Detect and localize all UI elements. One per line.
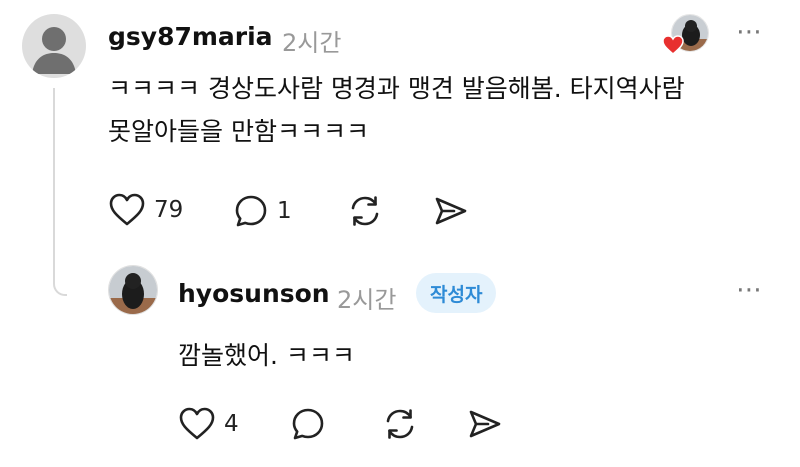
commenter-avatar[interactable] bbox=[22, 14, 86, 78]
reply-bubble-icon bbox=[233, 193, 269, 229]
author-badge: 작성자 bbox=[416, 273, 497, 313]
comment-reply-count: 1 bbox=[277, 198, 292, 224]
heart-icon bbox=[661, 34, 685, 60]
reply-like-button[interactable]: 4 bbox=[178, 406, 239, 442]
share-send-icon[interactable] bbox=[432, 194, 470, 228]
comment-username[interactable]: gsy87maria bbox=[108, 22, 273, 51]
thread-connector-line bbox=[53, 88, 67, 296]
reply-like-count: 4 bbox=[224, 411, 239, 437]
reply-more-options-icon[interactable]: ⋯ bbox=[736, 277, 763, 303]
repost-icon[interactable] bbox=[346, 193, 384, 229]
comment-timestamp: 2시간 bbox=[282, 29, 342, 57]
reply-text: 깜놀했어. ㅋㅋㅋ bbox=[178, 341, 355, 370]
share-send-icon[interactable] bbox=[466, 407, 504, 441]
default-user-avatar-icon bbox=[32, 27, 76, 74]
comment-more-options-icon[interactable]: ⋯ bbox=[736, 19, 763, 45]
comment-like-button[interactable]: 79 bbox=[108, 192, 183, 228]
comment-reply-button[interactable]: 1 bbox=[233, 193, 292, 229]
comment-text-line-2: 못알아들을 만함ㅋㅋㅋㅋ bbox=[108, 117, 369, 146]
reply-user-avatar[interactable] bbox=[108, 265, 158, 315]
reply-bubble-icon[interactable] bbox=[290, 406, 326, 442]
heart-outline-icon bbox=[108, 192, 146, 228]
comment-text-line-1: ㅋㅋㅋㅋ 경상도사람 명경과 맹견 발음해봄. 타지역사람 bbox=[108, 74, 685, 103]
comment-like-count: 79 bbox=[154, 197, 184, 223]
reply-username[interactable]: hyosunson bbox=[178, 279, 330, 308]
reply-timestamp: 2시간 bbox=[337, 286, 397, 314]
repost-icon[interactable] bbox=[381, 406, 419, 442]
heart-outline-icon bbox=[178, 406, 216, 442]
